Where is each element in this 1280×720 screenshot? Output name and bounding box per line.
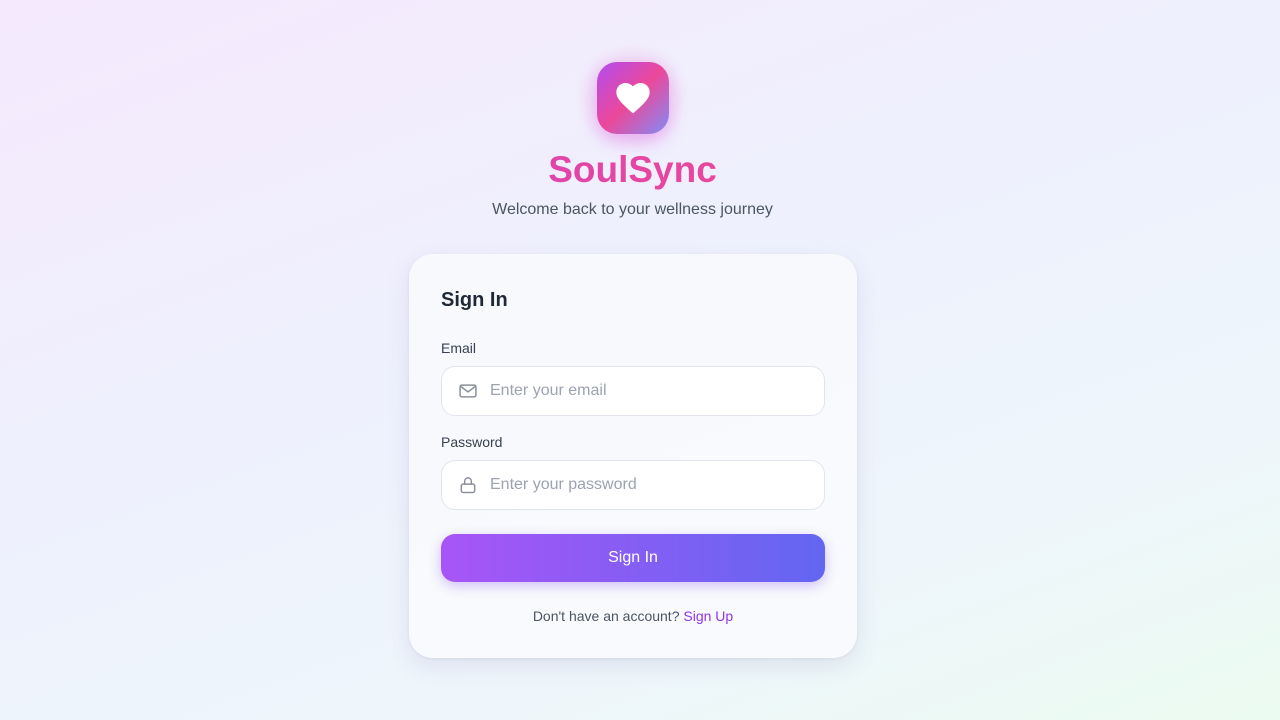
signin-card: Sign In Email Password Sign In bbox=[409, 254, 857, 658]
signup-row: Don't have an account? Sign Up bbox=[409, 607, 857, 625]
card-title: Sign In bbox=[441, 289, 508, 311]
signup-prompt: Don't have an account? bbox=[532, 608, 684, 624]
password-field-wrapper bbox=[441, 460, 825, 510]
email-label: Email bbox=[441, 340, 477, 356]
app-logo bbox=[597, 62, 669, 134]
mail-icon bbox=[458, 381, 478, 401]
email-input[interactable] bbox=[490, 371, 810, 411]
email-field-wrapper bbox=[441, 366, 825, 416]
brand-name: SoulSync bbox=[0, 148, 1265, 192]
brand-tagline: Welcome back to your wellness journey bbox=[492, 201, 773, 218]
signin-button[interactable]: Sign In bbox=[441, 534, 825, 582]
lock-icon bbox=[458, 475, 478, 495]
login-page: SoulSync Welcome back to your wellness j… bbox=[0, 0, 1265, 720]
password-label: Password bbox=[441, 434, 503, 450]
password-input[interactable] bbox=[490, 465, 810, 505]
heart-icon bbox=[616, 83, 650, 114]
signup-link[interactable]: Sign Up bbox=[683, 608, 733, 624]
